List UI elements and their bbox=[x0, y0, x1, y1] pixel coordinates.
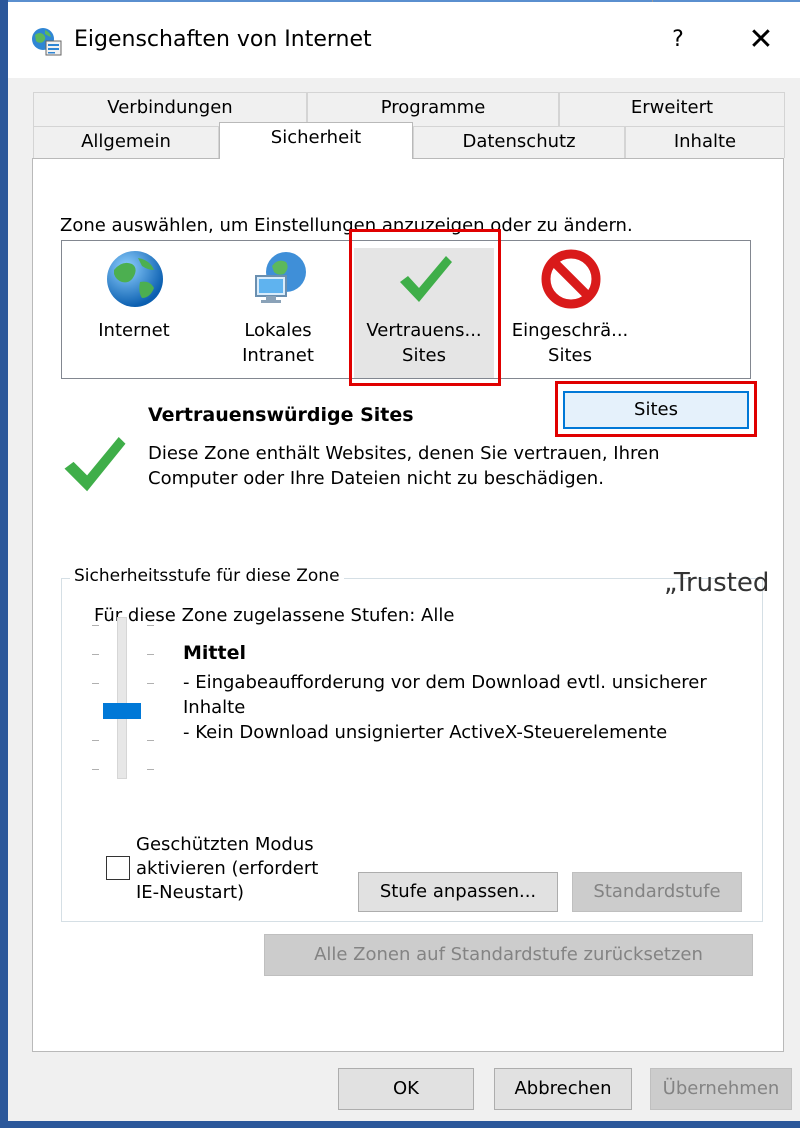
tab-label: Erweitert bbox=[630, 97, 714, 118]
tab-label: Programme bbox=[380, 97, 486, 118]
slider-tick bbox=[92, 769, 99, 770]
internet-options-icon bbox=[32, 28, 62, 56]
slider-tick bbox=[147, 740, 154, 741]
zone-prompt: Zone auswählen, um Einstellungen anzuzei… bbox=[60, 215, 633, 236]
highlight-frame-trusted-zone bbox=[349, 229, 501, 386]
window-title: Eigenschaften von Internet bbox=[74, 27, 372, 52]
security-level-description: - Eingabeaufforderung vor dem Download e… bbox=[183, 670, 743, 745]
zone-restricted-sites[interactable]: Eingeschrä... Sites bbox=[500, 248, 640, 378]
slider-tick bbox=[92, 654, 99, 655]
level-desc-line: - Eingabeaufforderung vor dem Download e… bbox=[183, 672, 707, 718]
slider-tick bbox=[147, 654, 154, 655]
apply-button[interactable]: Übernehmen bbox=[650, 1068, 792, 1110]
window-border-left bbox=[0, 0, 8, 1128]
zone-label-line2: Intranet bbox=[242, 345, 314, 366]
tab-programme[interactable]: Programme bbox=[307, 92, 559, 126]
slider-tick bbox=[147, 625, 154, 626]
tab-label: Sicherheit bbox=[270, 127, 362, 148]
custom-level-button[interactable]: Stufe anpassen... bbox=[358, 872, 558, 912]
tab-erweitert[interactable]: Erweitert bbox=[559, 92, 785, 126]
sites-button[interactable]: Sites bbox=[563, 391, 749, 429]
reset-all-zones-button[interactable]: Alle Zonen auf Standardstufe zurücksetze… bbox=[264, 934, 753, 976]
tab-label: Inhalte bbox=[673, 131, 737, 152]
zone-label: Internet bbox=[98, 320, 170, 341]
zone-internet[interactable]: Internet bbox=[64, 248, 204, 378]
tab-inhalte[interactable]: Inhalte bbox=[625, 126, 785, 158]
close-button[interactable]: ✕ bbox=[744, 22, 778, 58]
selected-zone-title: Vertrauenswürdige Sites bbox=[148, 404, 414, 426]
zone-label-line2: Sites bbox=[548, 345, 592, 366]
protected-mode-label: Geschützten Modus aktivieren (erfordert … bbox=[136, 834, 319, 903]
tab-label: Allgemein bbox=[81, 131, 171, 152]
zone-label-line1: Eingeschrä... bbox=[511, 320, 629, 341]
tab-sicherheit[interactable]: Sicherheit bbox=[219, 122, 413, 159]
slider-tick bbox=[92, 740, 99, 741]
security-level-slider[interactable] bbox=[117, 617, 127, 779]
globe-icon bbox=[107, 251, 163, 307]
slider-tick bbox=[147, 769, 154, 770]
tab-datenschutz[interactable]: Datenschutz bbox=[413, 126, 625, 158]
cancel-button[interactable]: Abbrechen bbox=[494, 1068, 632, 1110]
tab-label: Verbindungen bbox=[107, 97, 233, 118]
restricted-icon bbox=[541, 249, 601, 309]
security-level-legend: Sicherheitsstufe für diese Zone bbox=[70, 566, 344, 586]
protected-mode-checkbox[interactable] bbox=[106, 856, 130, 880]
level-desc-line: - Kein Download unsignierter ActiveX-Ste… bbox=[183, 722, 668, 743]
default-level-button[interactable]: Standardstufe bbox=[572, 872, 742, 912]
intranet-icon bbox=[255, 252, 306, 303]
slider-tick bbox=[92, 625, 99, 626]
selected-zone-description: Diese Zone enthält Websites, denen Sie v… bbox=[148, 443, 660, 489]
allowed-levels-text: Für diese Zone zugelassene Stufen: Alle bbox=[94, 605, 455, 626]
overlay-caption-text: „Trusted bbox=[664, 568, 770, 598]
slider-tick bbox=[92, 683, 99, 684]
slider-tick bbox=[147, 683, 154, 684]
security-level-name: Mittel bbox=[183, 642, 246, 664]
tab-allgemein[interactable]: Allgemein bbox=[33, 126, 219, 158]
zone-label-line1: Lokales bbox=[244, 320, 312, 341]
help-button[interactable]: ? bbox=[664, 24, 692, 56]
security-level-slider-thumb[interactable] bbox=[103, 703, 141, 719]
tab-verbindungen[interactable]: Verbindungen bbox=[33, 92, 307, 126]
tab-label: Datenschutz bbox=[462, 131, 576, 152]
checkmark-icon bbox=[64, 437, 126, 492]
ok-button[interactable]: OK bbox=[338, 1068, 474, 1110]
zone-local-intranet[interactable]: Lokales Intranet bbox=[208, 248, 348, 378]
window-border-bottom bbox=[0, 1121, 800, 1128]
